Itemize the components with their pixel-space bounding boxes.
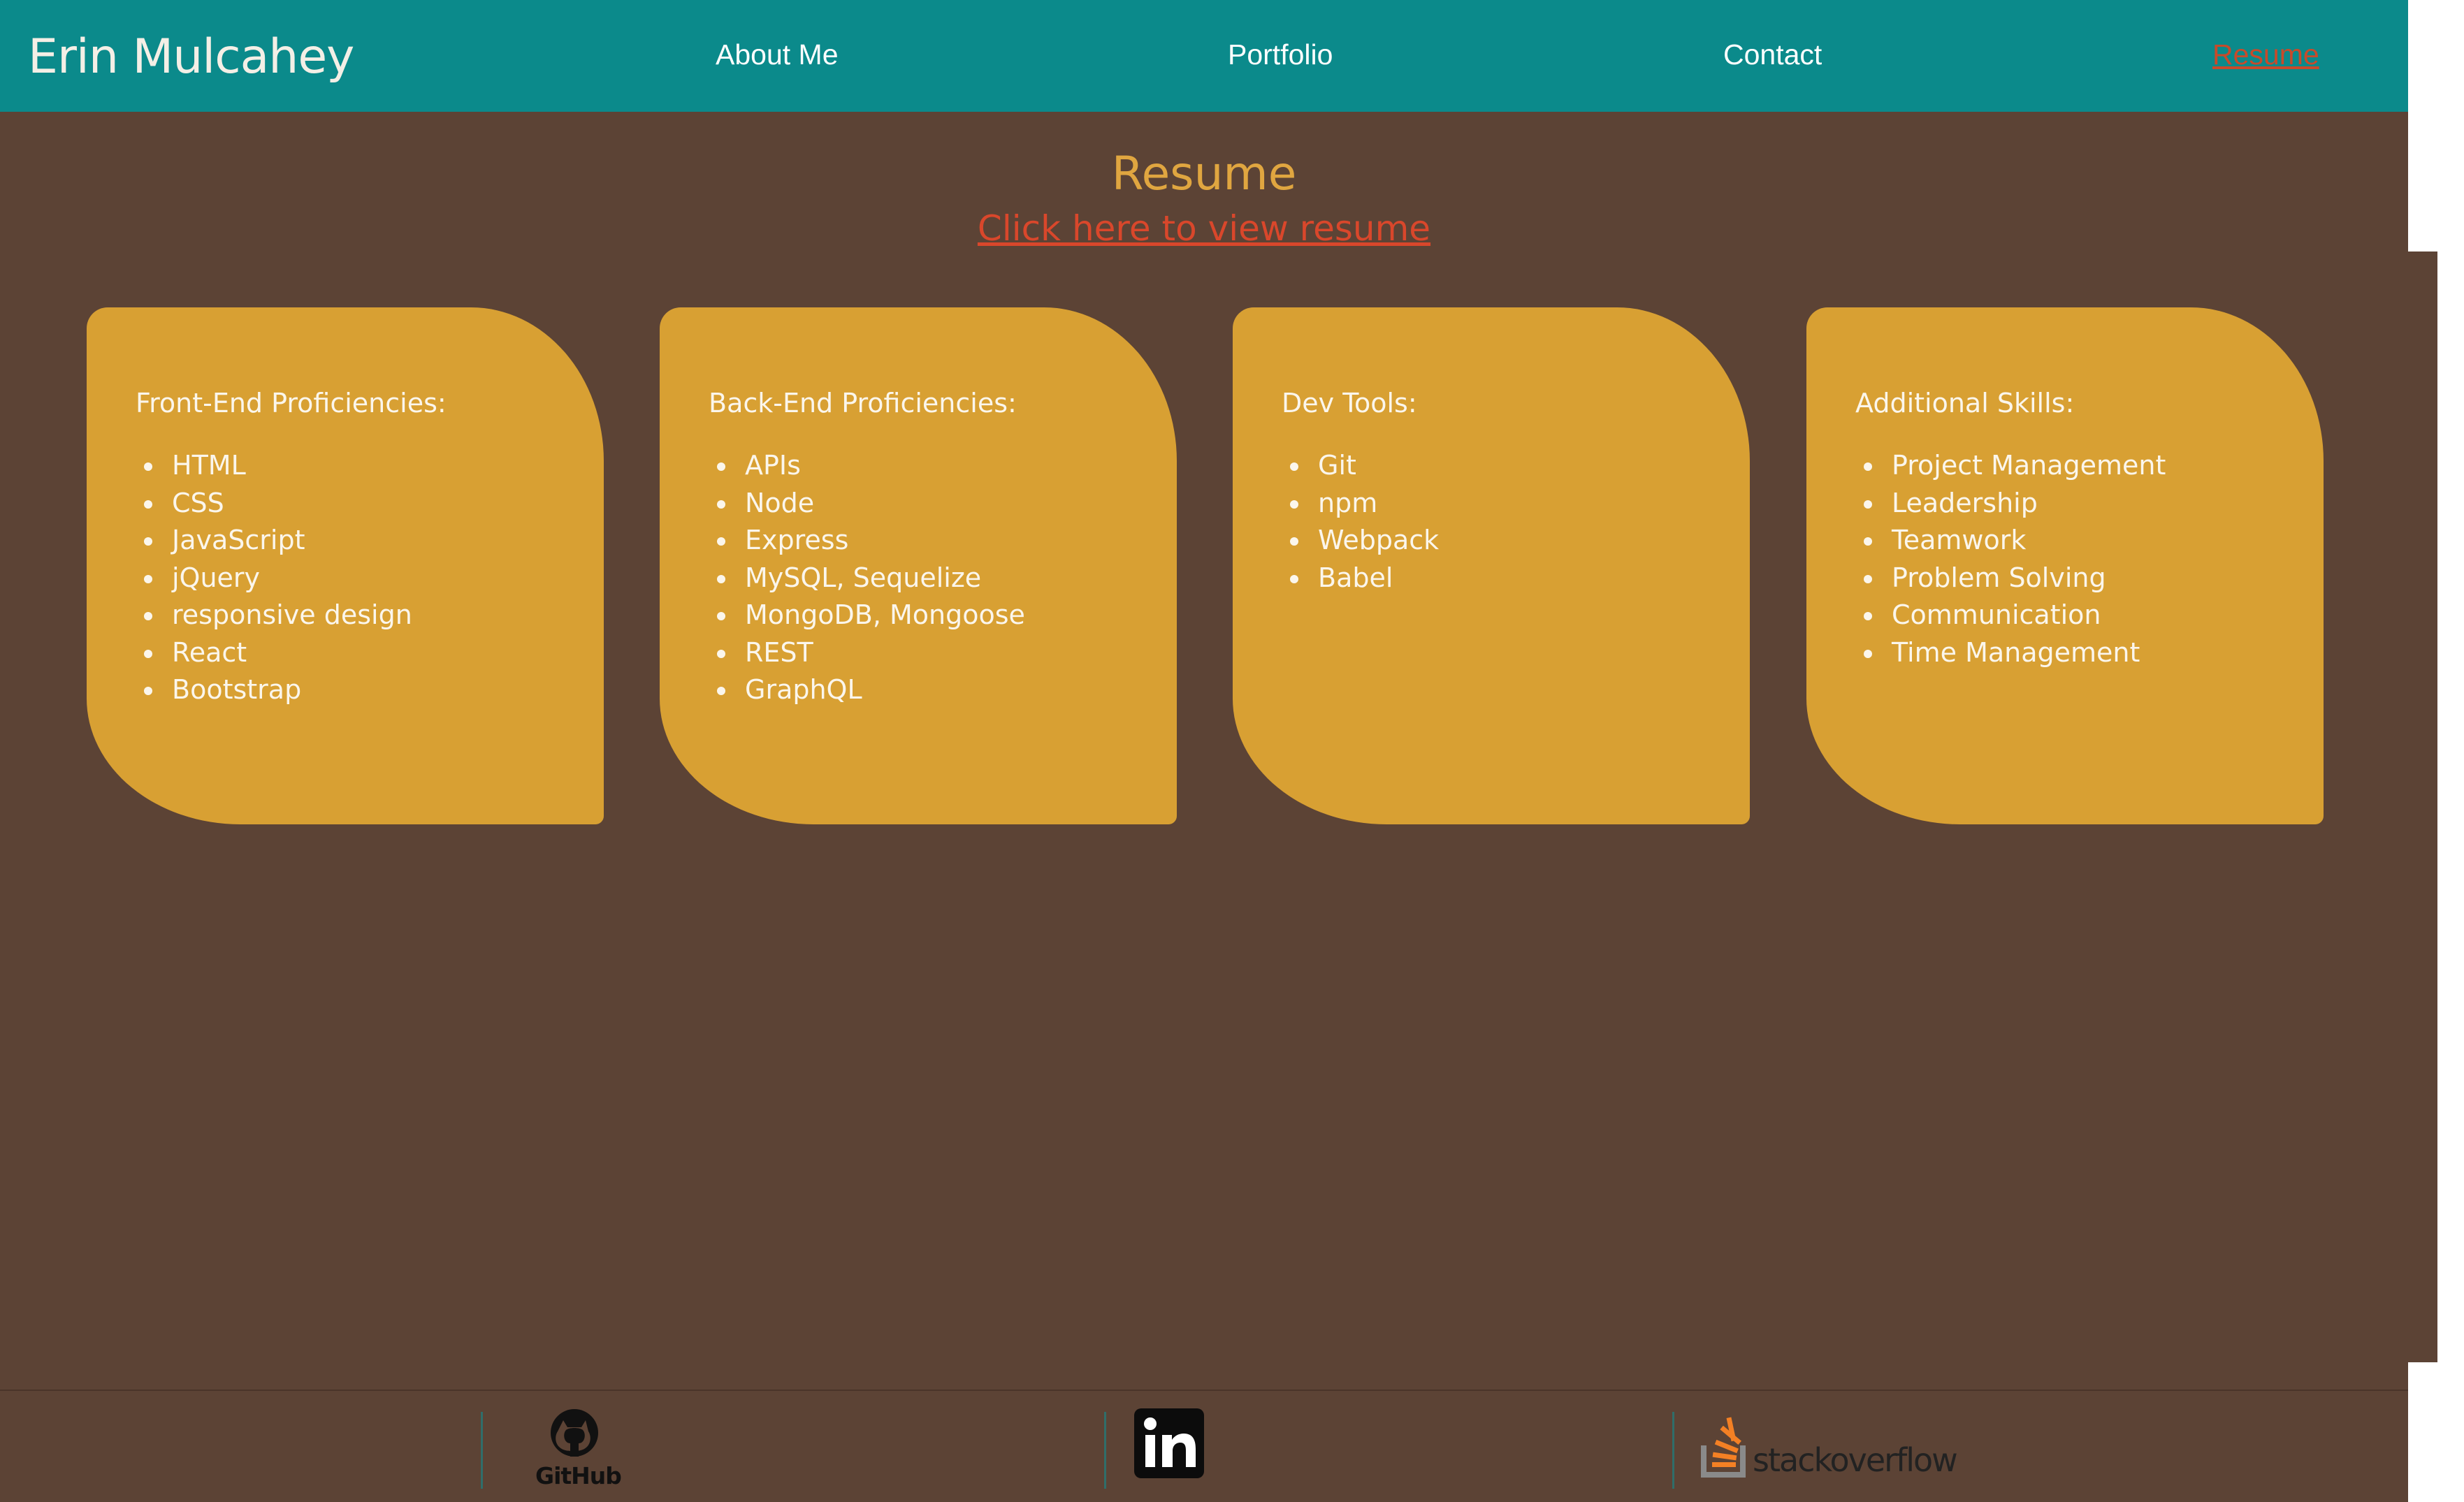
page-title: Resume bbox=[1111, 147, 1297, 200]
list-item: Time Management bbox=[1861, 634, 2166, 672]
footer-divider bbox=[481, 1412, 483, 1489]
list-item: Babel bbox=[1287, 560, 1439, 597]
view-resume-link: Click here to view resume bbox=[0, 208, 2408, 249]
list-item: npm bbox=[1287, 485, 1439, 523]
list-item: HTML bbox=[141, 447, 412, 485]
list-item: Webpack bbox=[1287, 522, 1439, 560]
card-title: Front-End Proficiencies: bbox=[136, 388, 447, 418]
stackoverflow-link[interactable]: stackoverflow bbox=[1701, 1410, 1958, 1483]
list-item: Teamwork bbox=[1861, 522, 2166, 560]
footer-divider bbox=[1104, 1412, 1106, 1489]
skills-card-dev-tools: Dev Tools: Git npm Webpack Babel bbox=[1233, 307, 1750, 824]
nav-link-about-me[interactable]: About Me bbox=[716, 38, 839, 71]
github-wordmark: GitHub bbox=[535, 1462, 622, 1489]
page: Erin Mulcahey About Me Portfolio Contact… bbox=[0, 0, 2464, 1502]
nav-link-portfolio[interactable]: Portfolio bbox=[1228, 38, 1333, 71]
list-item: Express bbox=[714, 522, 1025, 560]
skills-card-front-end: Front-End Proficiencies: HTML CSS JavaSc… bbox=[87, 307, 604, 824]
list-item: REST bbox=[714, 634, 1025, 672]
footer: GitHub stackoverflow bbox=[0, 1390, 2408, 1502]
linkedin-link[interactable] bbox=[1134, 1408, 1204, 1481]
card-title: Dev Tools: bbox=[1282, 388, 1417, 418]
skills-card-additional: Additional Skills: Project Management Le… bbox=[1806, 307, 2324, 824]
card-title: Additional Skills: bbox=[1855, 388, 2075, 418]
list-item: GraphQL bbox=[714, 671, 1025, 709]
nav-link-contact[interactable]: Contact bbox=[1723, 38, 1822, 71]
list-item: MySQL, Sequelize bbox=[714, 560, 1025, 597]
list-item: jQuery bbox=[141, 560, 412, 597]
list-item: Leadership bbox=[1861, 485, 2166, 523]
skills-list: HTML CSS JavaScript jQuery responsive de… bbox=[141, 447, 412, 709]
skills-list: Project Management Leadership Teamwork P… bbox=[1861, 447, 2166, 671]
footer-divider bbox=[1672, 1412, 1674, 1489]
card-title: Back-End Proficiencies: bbox=[709, 388, 1017, 418]
list-item: responsive design bbox=[141, 597, 412, 634]
skills-card-back-end: Back-End Proficiencies: APIs Node Expres… bbox=[660, 307, 1177, 824]
site-brand[interactable]: Erin Mulcahey bbox=[28, 29, 354, 85]
right-edge-strip bbox=[2408, 251, 2437, 1362]
view-resume-link-text[interactable]: Click here to view resume bbox=[978, 208, 1430, 249]
list-item: Bootstrap bbox=[141, 671, 412, 709]
list-item: Project Management bbox=[1861, 447, 2166, 485]
list-item: JavaScript bbox=[141, 522, 412, 560]
nav-link-resume[interactable]: Resume bbox=[2212, 38, 2319, 71]
list-item: Communication bbox=[1861, 597, 2166, 634]
list-item: MongoDB, Mongoose bbox=[714, 597, 1025, 634]
stackoverflow-wordmark: stackoverflow bbox=[1753, 1441, 1958, 1479]
skills-list: Git npm Webpack Babel bbox=[1287, 447, 1439, 597]
list-item: React bbox=[141, 634, 412, 672]
list-item: APIs bbox=[714, 447, 1025, 485]
main-content: Resume Click here to view resume Front-E… bbox=[0, 112, 2408, 1390]
linkedin-icon bbox=[1134, 1408, 1204, 1478]
list-item: Node bbox=[714, 485, 1025, 523]
github-link[interactable]: GitHub bbox=[532, 1408, 622, 1489]
navbar: Erin Mulcahey About Me Portfolio Contact… bbox=[0, 0, 2408, 112]
list-item: Git bbox=[1287, 447, 1439, 485]
list-item: CSS bbox=[141, 485, 412, 523]
list-item: Problem Solving bbox=[1861, 560, 2166, 597]
stackoverflow-icon bbox=[1701, 1417, 1746, 1478]
skills-list: APIs Node Express MySQL, Sequelize Mongo… bbox=[714, 447, 1025, 709]
